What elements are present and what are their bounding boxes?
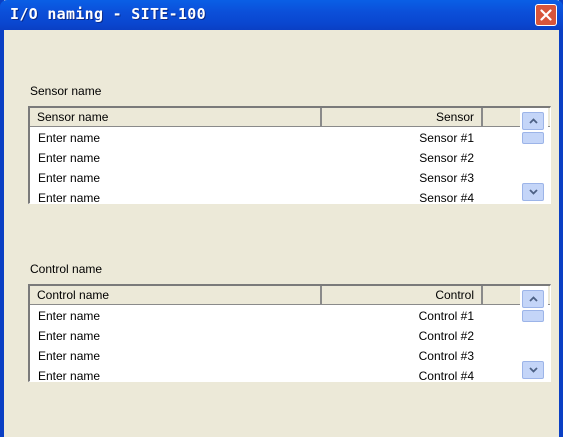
item-name[interactable]: Enter name — [38, 346, 100, 366]
item-name[interactable]: Enter name — [38, 148, 100, 168]
scroll-thumb[interactable] — [522, 310, 544, 322]
scroll-up-button[interactable] — [522, 290, 544, 308]
sensor-list[interactable]: Sensor name Sensor Enter name Sensor #1 En… — [28, 106, 551, 204]
column-header-sensor[interactable]: Sensor — [322, 108, 483, 127]
item-name[interactable]: Enter name — [38, 306, 100, 326]
item-name[interactable]: Enter name — [38, 326, 100, 346]
sensor-section-label: Sensor name — [30, 84, 102, 98]
scroll-down-button[interactable] — [522, 361, 544, 379]
list-item[interactable]: Enter name Sensor #3 — [30, 168, 517, 188]
item-id: Sensor #2 — [419, 151, 474, 165]
scroll-down-button[interactable] — [522, 183, 544, 201]
item-id: Sensor #1 — [419, 131, 474, 145]
title-bar[interactable]: I/O naming - SITE-100 — [0, 0, 563, 30]
sensor-rows: Enter name Sensor #1 Enter name Sensor #2 En… — [30, 128, 517, 204]
chevron-down-icon — [528, 367, 538, 373]
sensor-list-header: Sensor name Sensor — [30, 108, 550, 127]
scroll-up-button[interactable] — [522, 112, 544, 130]
list-item[interactable]: Enter name Sensor #1 — [30, 128, 517, 148]
window-title: I/O naming - SITE-100 — [10, 5, 206, 23]
item-name[interactable]: Enter name — [38, 128, 100, 148]
list-item[interactable]: Enter name Sensor #4 — [30, 188, 517, 204]
list-item[interactable]: Enter name Control #3 — [30, 346, 517, 366]
control-section-label: Control name — [30, 262, 103, 276]
list-item[interactable]: Enter name Control #1 — [30, 306, 517, 326]
list-item[interactable]: Enter name Control #2 — [30, 326, 517, 346]
io-naming-dialog: I/O naming - SITE-100 Sensor name Sensor… — [0, 0, 563, 437]
item-id: Control #2 — [418, 329, 474, 343]
sensor-scrollbar[interactable] — [520, 108, 548, 203]
chevron-up-icon — [528, 118, 538, 124]
control-list-header: Control name Control — [30, 286, 550, 305]
chevron-up-icon — [528, 296, 538, 302]
list-item[interactable]: Enter name Control #4 — [30, 366, 517, 382]
list-item[interactable]: Enter name Sensor #2 — [30, 148, 517, 168]
item-name[interactable]: Enter name — [38, 168, 100, 188]
item-id: Sensor #4 — [419, 191, 474, 204]
close-icon — [540, 9, 552, 21]
column-header-sensor-name[interactable]: Sensor name — [30, 108, 322, 127]
column-header-control-name[interactable]: Control name — [30, 286, 322, 305]
control-rows: Enter name Control #1 Enter name Control #2… — [30, 306, 517, 382]
control-list[interactable]: Control name Control Enter name Control #… — [28, 284, 551, 382]
column-header-control[interactable]: Control — [322, 286, 483, 305]
item-id: Control #3 — [418, 349, 474, 363]
chevron-down-icon — [528, 189, 538, 195]
item-id: Control #4 — [418, 369, 474, 382]
close-button[interactable] — [535, 4, 557, 26]
item-name[interactable]: Enter name — [38, 366, 100, 381]
scroll-thumb[interactable] — [522, 132, 544, 144]
item-id: Control #1 — [418, 309, 474, 323]
control-scrollbar[interactable] — [520, 286, 548, 381]
item-name[interactable]: Enter name — [38, 188, 100, 203]
item-id: Sensor #3 — [419, 171, 474, 185]
